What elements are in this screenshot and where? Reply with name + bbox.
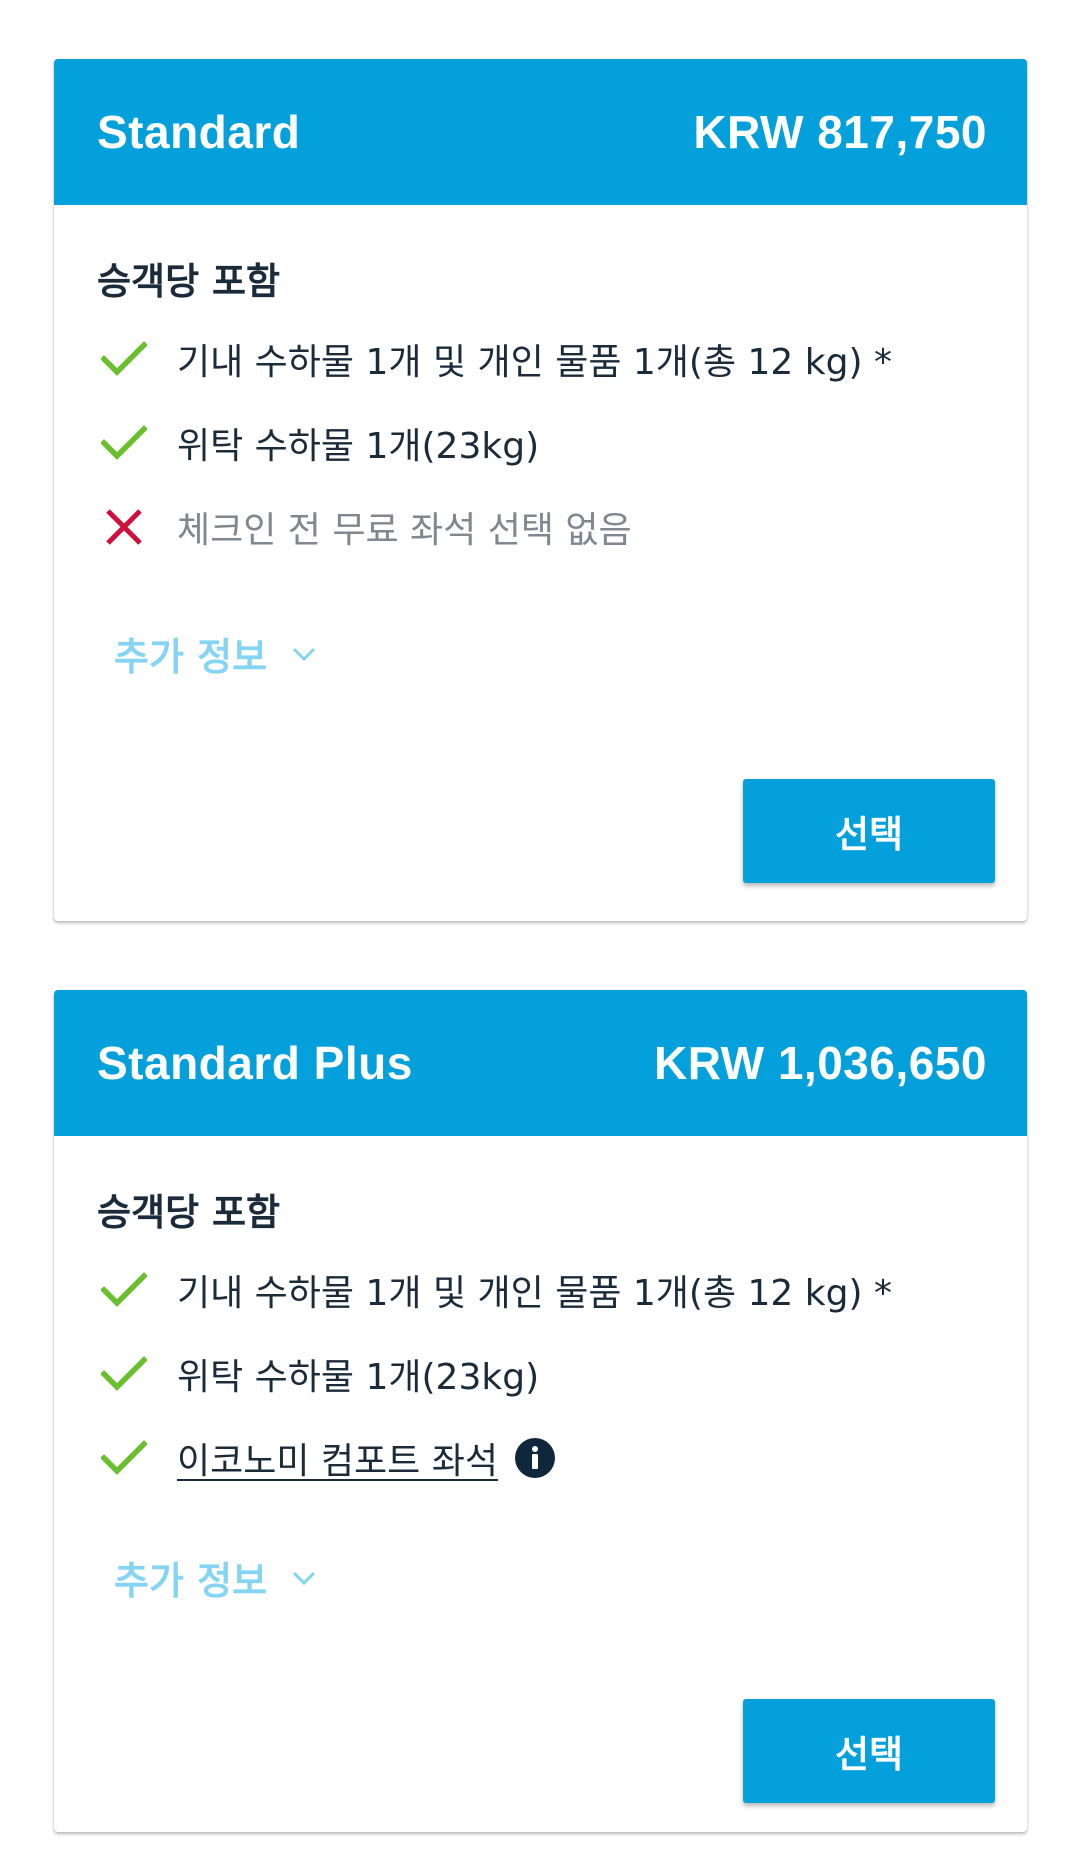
info-icon[interactable] [514, 1437, 556, 1479]
check-icon [97, 332, 151, 386]
more-info-label: 추가 정보 [114, 1559, 268, 1603]
fare-card-header: Standard Plus KRW 1,036,650 [54, 990, 1027, 1136]
feature-text: 체크인 전 무료 좌석 선택 없음 [177, 510, 632, 551]
feature-list: 기내 수하물 1개 및 개인 물품 1개(총 12 kg) * 위탁 수하물 1… [97, 317, 977, 569]
select-button[interactable]: 선택 [743, 779, 995, 883]
fare-card-header: Standard KRW 817,750 [54, 59, 1027, 205]
check-icon [97, 1263, 151, 1317]
fare-options-page: Standard KRW 817,750 Standard Plus KRW 1… [0, 0, 1080, 1857]
feature-item: 기내 수하물 1개 및 개인 물품 1개(총 12 kg) * [97, 1248, 977, 1332]
check-icon [97, 1431, 151, 1485]
feature-text: 위탁 수하물 1개(23kg) [177, 1357, 540, 1398]
fare-price: KRW 1,036,650 [654, 1037, 987, 1089]
economy-comfort-seat-link[interactable]: 이코노미 컴포트 좌석 [177, 1432, 498, 1484]
chevron-down-icon [291, 1565, 317, 1591]
more-info-toggle[interactable]: 추가 정보 [114, 1550, 317, 1605]
fare-name: Standard [97, 106, 301, 158]
select-button[interactable]: 선택 [743, 1699, 995, 1803]
check-icon [97, 1347, 151, 1401]
chevron-down-icon [291, 641, 317, 667]
feature-list: 기내 수하물 1개 및 개인 물품 1개(총 12 kg) * 위탁 수하물 1… [97, 1248, 977, 1500]
feature-item: 체크인 전 무료 좌석 선택 없음 [97, 485, 977, 569]
more-info-label: 추가 정보 [114, 635, 268, 679]
more-info-toggle[interactable]: 추가 정보 [114, 626, 317, 681]
included-title: 승객당 포함 [97, 1191, 281, 1234]
feature-text: 위탁 수하물 1개(23kg) [177, 426, 540, 467]
check-icon [97, 416, 151, 470]
feature-item: 위탁 수하물 1개(23kg) [97, 1332, 977, 1416]
feature-item: 기내 수하물 1개 및 개인 물품 1개(총 12 kg) * [97, 317, 977, 401]
feature-text: 기내 수하물 1개 및 개인 물품 1개(총 12 kg) * [177, 342, 892, 383]
feature-item: 이코노미 컴포트 좌석 [97, 1416, 977, 1500]
fare-price: KRW 817,750 [693, 106, 987, 158]
feature-item: 위탁 수하물 1개(23kg) [97, 401, 977, 485]
x-icon [97, 500, 151, 554]
fare-name: Standard Plus [97, 1037, 413, 1089]
feature-text: 기내 수하물 1개 및 개인 물품 1개(총 12 kg) * [177, 1273, 892, 1314]
included-title: 승객당 포함 [97, 260, 281, 303]
